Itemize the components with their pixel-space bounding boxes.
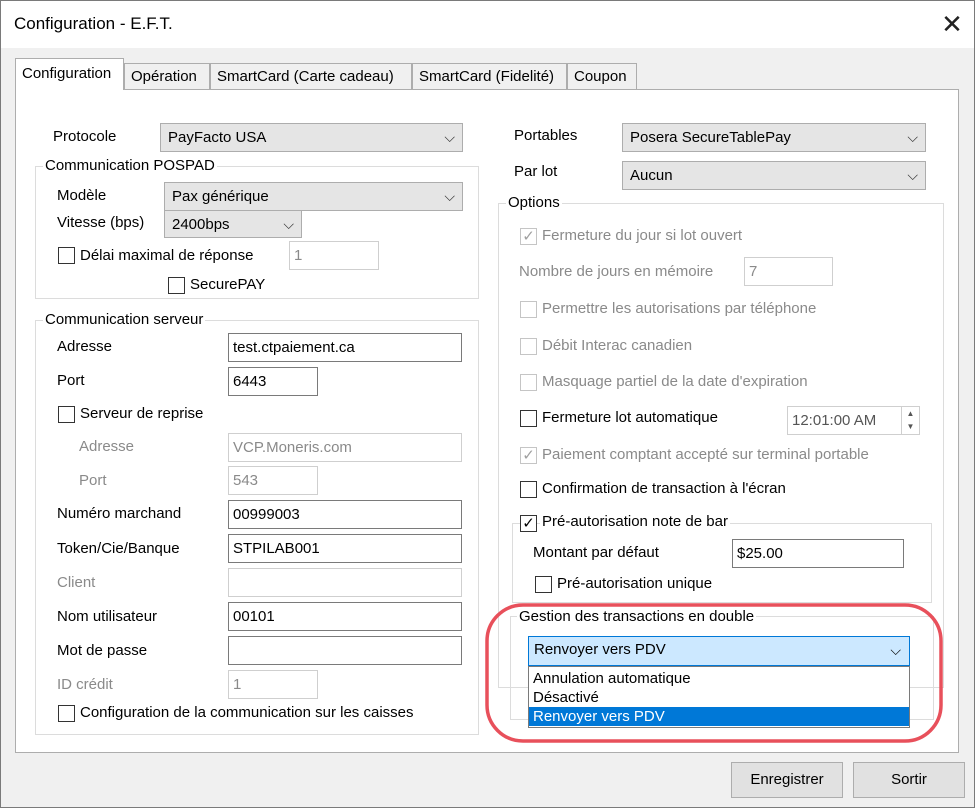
vitesse-label: Vitesse (bps): [57, 214, 145, 231]
delai-label: Délai maximal de réponse: [80, 247, 254, 264]
vitesse-select[interactable]: 2400bps ⌵: [164, 210, 302, 238]
protocole-label: Protocole: [53, 128, 117, 145]
portables-value: Posera SecureTablePay: [630, 129, 791, 146]
idcredit-field[interactable]: 1: [228, 670, 318, 699]
nb-jours-field[interactable]: 7: [744, 257, 833, 286]
window-title: Configuration - E.F.T.: [14, 14, 173, 33]
parlot-value: Aucun: [630, 167, 673, 184]
fermeture-lot-checkbox[interactable]: [520, 410, 537, 427]
marchand-label: Numéro marchand: [57, 505, 182, 522]
preauth-unique-checkbox[interactable]: [535, 576, 552, 593]
interac-checkbox[interactable]: [520, 338, 537, 355]
chevron-down-icon: ⌵: [283, 216, 294, 232]
token-field[interactable]: STPILAB001: [228, 534, 462, 563]
reprise-adresse-field[interactable]: VCP.Moneris.com: [228, 433, 462, 462]
interac-label: Débit Interac canadien: [542, 337, 693, 354]
port-field[interactable]: 6443: [228, 367, 318, 396]
fermeture-lot-time[interactable]: 12:01:00 AM ▲ ▼: [787, 406, 920, 435]
port-label: Port: [57, 372, 85, 389]
utilisateur-label: Nom utilisateur: [57, 608, 158, 625]
nb-jours-label: Nombre de jours en mémoire: [519, 263, 714, 280]
parlot-label: Par lot: [514, 163, 558, 180]
parlot-select[interactable]: Aucun ⌵: [622, 161, 926, 190]
adresse-field[interactable]: test.ctpaiement.ca: [228, 333, 462, 362]
tab-operation[interactable]: Opération: [124, 63, 210, 89]
reprise-port-field[interactable]: 543: [228, 466, 318, 495]
adresse-label: Adresse: [57, 338, 113, 355]
protocole-select[interactable]: PayFacto USA ⌵: [160, 123, 463, 152]
options-group-label: Options: [506, 194, 562, 211]
serveur-group-label: Communication serveur: [43, 311, 206, 328]
marchand-field[interactable]: 00999003: [228, 500, 462, 529]
utilisateur-field[interactable]: 00101: [228, 602, 462, 631]
modele-select[interactable]: Pax générique ⌵: [164, 182, 463, 211]
reprise-label: Serveur de reprise: [80, 405, 204, 422]
fermeture-jour-label: Fermeture du jour si lot ouvert: [542, 227, 743, 244]
vitesse-value: 2400bps: [172, 216, 230, 233]
chevron-down-icon: ⌵: [444, 188, 455, 204]
token-label: Token/Cie/Banque: [57, 540, 180, 557]
motdepasse-label: Mot de passe: [57, 642, 148, 659]
securepay-checkbox[interactable]: [168, 277, 185, 294]
close-icon[interactable]: ✕: [937, 9, 967, 39]
save-button[interactable]: Enregistrer: [731, 762, 843, 798]
delai-checkbox[interactable]: [58, 247, 75, 264]
chevron-down-icon: ⌵: [907, 129, 918, 145]
tab-coupon[interactable]: Coupon: [567, 63, 637, 89]
fermeture-lot-time-value: 12:01:00 AM: [792, 412, 877, 429]
tab-configuration[interactable]: Configuration: [15, 58, 124, 90]
exit-button[interactable]: Sortir: [853, 762, 965, 798]
client-field[interactable]: [228, 568, 462, 597]
config-caisses-checkbox[interactable]: [58, 705, 75, 722]
reprise-adresse-label: Adresse: [79, 438, 135, 455]
delai-field[interactable]: 1: [289, 241, 379, 270]
portables-label: Portables: [514, 127, 578, 144]
pospad-group-label: Communication POSPAD: [43, 157, 217, 174]
preauth-label: Pré-autorisation note de bar: [540, 513, 730, 530]
preauth-checkbox[interactable]: ✓: [520, 515, 537, 532]
tab-smartcard-cadeau[interactable]: SmartCard (Carte cadeau): [210, 63, 412, 89]
montant-label: Montant par défaut: [533, 544, 659, 561]
preauth-unique-label: Pré-autorisation unique: [557, 575, 713, 592]
portables-select[interactable]: Posera SecureTablePay ⌵: [622, 123, 926, 152]
chevron-down-icon: ⌵: [444, 129, 455, 145]
motdepasse-field[interactable]: [228, 636, 462, 665]
idcredit-label: ID crédit: [57, 676, 113, 693]
fermeture-jour-checkbox[interactable]: ✓: [520, 228, 537, 245]
client-label: Client: [57, 574, 96, 591]
protocole-value: PayFacto USA: [168, 129, 267, 146]
masquage-label: Masquage partiel de la date d'expiration: [542, 373, 808, 390]
chevron-down-icon: ⌵: [907, 167, 918, 183]
confirmation-checkbox[interactable]: [520, 481, 537, 498]
spinner-arrows-icon[interactable]: ▲ ▼: [901, 407, 919, 434]
modele-label: Modèle: [57, 187, 107, 204]
masquage-checkbox[interactable]: [520, 374, 537, 391]
paiement-comptant-checkbox[interactable]: ✓: [520, 447, 537, 464]
config-caisses-label: Configuration de la communication sur le…: [80, 704, 414, 721]
autorisations-tel-checkbox[interactable]: [520, 301, 537, 318]
autorisations-tel-label: Permettre les autorisations par téléphon…: [542, 300, 817, 317]
fermeture-lot-label: Fermeture lot automatique: [542, 409, 718, 426]
montant-field[interactable]: $25.00: [732, 539, 904, 568]
paiement-comptant-label: Paiement comptant accepté sur terminal p…: [542, 446, 869, 463]
reprise-checkbox[interactable]: [58, 406, 75, 423]
modele-value: Pax générique: [172, 188, 269, 205]
configuration-window: Configuration - E.F.T. ✕ Configuration O…: [0, 0, 975, 808]
reprise-port-label: Port: [79, 472, 107, 489]
title-bar: Configuration - E.F.T. ✕: [1, 1, 974, 48]
confirmation-label: Confirmation de transaction à l'écran: [542, 480, 786, 497]
annotation-circle: [485, 603, 943, 743]
securepay-label: SecurePAY: [190, 276, 266, 293]
tab-smartcard-fidelite[interactable]: SmartCard (Fidelité): [412, 63, 567, 89]
